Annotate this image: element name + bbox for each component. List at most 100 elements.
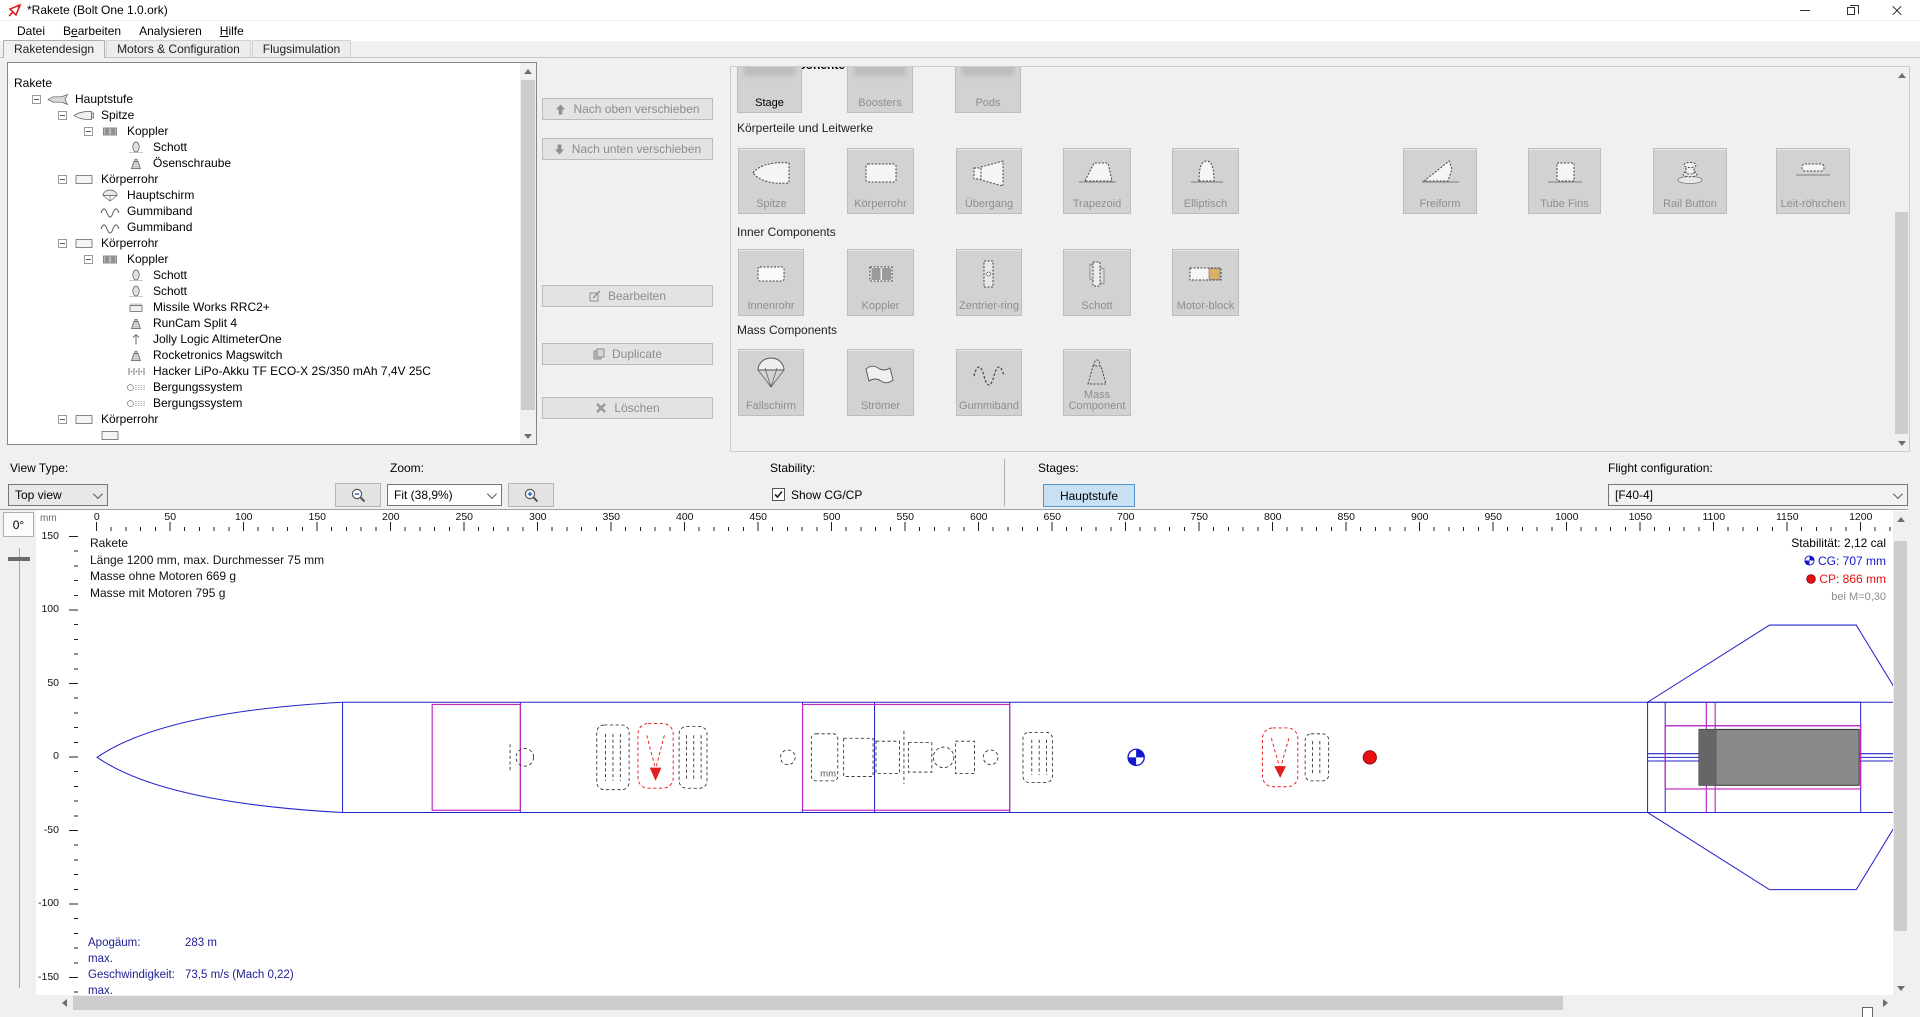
scroll-down-icon[interactable] [520,428,536,444]
tab-raketendesign[interactable]: Raketendesign [3,40,105,58]
tree-row-deployment[interactable]: Bergungssystem [8,395,521,411]
tree-row-nosecone[interactable]: Spitze [8,107,521,123]
scroll-up-icon[interactable] [1893,511,1908,527]
panel-scrollbar[interactable] [1894,67,1909,451]
tree-row-bulkhead[interactable]: Schott [8,283,521,299]
duplicate-button[interactable]: Duplicate [542,343,713,365]
rotation-slider-track[interactable] [19,548,20,988]
rotation-slider-handle[interactable] [8,557,30,561]
tree-row-bodytube[interactable]: Körperrohr [8,411,521,427]
edit-button[interactable]: Bearbeiten [542,285,713,307]
collapse-icon[interactable] [58,111,67,120]
add-transition-button[interactable]: Übergang [956,148,1022,214]
scroll-up-icon[interactable] [1894,67,1909,83]
add-streamer-button[interactable]: Strömer [847,349,914,416]
add-freeform-fin-button[interactable]: Freiform [1403,148,1477,214]
scroll-up-icon[interactable] [520,63,536,79]
tree-scrollbar-thumb[interactable] [521,80,535,410]
engine-block-icon [1183,256,1229,292]
restore-button[interactable] [1828,0,1874,21]
tree-row-camera[interactable]: RunCam Split 4 [8,315,521,331]
zoom-in-button[interactable] [508,483,554,507]
tree-scrollbar[interactable] [520,63,536,444]
delete-button[interactable]: Löschen [542,397,713,419]
add-coupler-button[interactable]: Koppler [847,249,914,316]
minimize-icon [1800,10,1810,11]
add-parachute-button[interactable]: Fallschirm [738,349,804,416]
add-elliptical-fin-button[interactable]: Elliptisch [1172,148,1239,214]
tree-row-shockcord[interactable]: Gummiband [8,219,521,235]
tab-motors-configuration[interactable]: Motors & Configuration [106,40,251,57]
panel-scrollbar-thumb[interactable] [1895,212,1908,434]
add-mass-component-button[interactable]: Mass Component [1063,349,1131,416]
tree-row-coupler[interactable]: Koppler [8,123,521,139]
add-trapezoid-fin-button[interactable]: Trapezoid [1063,148,1131,214]
view-hscroll-thumb[interactable] [73,996,1563,1010]
add-shock-cord-button[interactable]: Gummiband [956,349,1022,416]
collapse-icon[interactable] [84,127,93,136]
collapse-icon[interactable] [84,255,93,264]
tree-row-stage[interactable]: Hauptstufe [8,91,521,107]
tree-row-bulkhead[interactable]: Schott [8,139,521,155]
app-rocket-icon [7,3,22,18]
collapse-icon[interactable] [32,95,41,104]
add-pods-button[interactable]: Pods [955,66,1021,113]
ruler-tick-label: 150 [36,499,62,573]
rocket-outline [97,625,1893,890]
menu-hilfe[interactable]: Hilfe [211,22,253,40]
menu-bearbeiten[interactable]: Bearbeiten [54,22,130,40]
tree-row-battery[interactable]: Hacker LiPo-Akku TF ECO-X 2S/350 mAh 7,4… [8,363,521,379]
show-cgcp-checkbox[interactable] [772,488,785,501]
rocket-icon [47,93,69,106]
tree-row-bodytube[interactable]: Körperrohr [8,235,521,251]
move-down-button[interactable]: Nach unten verschieben [542,138,713,160]
scroll-right-icon[interactable] [1877,995,1893,1011]
minimize-button[interactable] [1782,0,1828,21]
add-bodytube-button[interactable]: Körperrohr [847,148,914,214]
stage-toggle-hauptstufe[interactable]: Hauptstufe [1043,484,1135,507]
menu-datei[interactable]: Datei [8,22,54,40]
ruler-tick-label: 950 [1457,511,1531,522]
tree-row-eyebolt[interactable]: Ösenschraube [8,155,521,171]
add-bulkhead-button[interactable]: Schott [1063,249,1131,316]
add-stage-button[interactable]: Stage [737,66,802,113]
tree-row-coupler[interactable]: Koppler [8,251,521,267]
zoom-out-button[interactable] [335,483,381,507]
tree-row-rocket[interactable]: Rakete [8,75,521,91]
tree-row-parachute[interactable]: Hauptschirm [8,187,521,203]
tree-row-altimeter-board[interactable]: Missile Works RRC2+ [8,299,521,315]
tree-row-bulkhead[interactable]: Schott [8,267,521,283]
add-rail-button-button[interactable]: Rail Button [1653,148,1727,214]
clipped-checkbox[interactable] [1862,1007,1873,1017]
add-engine-block-button[interactable]: Motor-block [1172,249,1239,316]
scroll-left-icon[interactable] [56,995,72,1011]
add-launch-lug-button[interactable]: Leit-röhrchen [1776,148,1850,214]
flight-config-select[interactable]: [F40-4] [1608,484,1908,506]
collapse-icon[interactable] [58,175,67,184]
scroll-down-icon[interactable] [1893,980,1908,996]
view-horizontal-scrollbar[interactable] [56,995,1893,1011]
show-cgcp-label[interactable]: Show CG/CP [791,488,862,502]
tree-row-bodytube[interactable]: Körperrohr [8,171,521,187]
add-nosecone-button[interactable]: Spitze [738,148,805,214]
tree-row-altimeter[interactable]: Jolly Logic AltimeterOne [8,331,521,347]
add-centering-ring-button[interactable]: Zentrier-ring [956,249,1022,316]
battery-icon [125,365,147,378]
collapse-icon[interactable] [58,415,67,424]
add-tube-fins-button[interactable]: Tube Fins [1528,148,1601,214]
menu-analysieren[interactable]: Analysieren [130,22,211,40]
add-inner-tube-button[interactable]: Innenrohr [738,249,804,316]
scroll-down-icon[interactable] [1894,435,1909,451]
tree-row-deployment[interactable]: Bergungssystem [8,379,521,395]
close-button[interactable] [1874,0,1920,21]
zoom-select[interactable]: Fit (38,9%) [387,484,502,506]
tab-flugsimulation[interactable]: Flugsimulation [252,40,351,57]
collapse-icon[interactable] [58,239,67,248]
view-vscroll-thumb[interactable] [1894,541,1907,931]
add-boosters-button[interactable]: Boosters [847,66,913,113]
ruler-tick-label: 500 [795,511,869,522]
move-up-button[interactable]: Nach oben verschieben [542,98,713,120]
tree-row-shockcord[interactable]: Gummiband [8,203,521,219]
view-vertical-scrollbar[interactable] [1893,511,1908,996]
tree-row-switch[interactable]: Rocketronics Magswitch [8,347,521,363]
